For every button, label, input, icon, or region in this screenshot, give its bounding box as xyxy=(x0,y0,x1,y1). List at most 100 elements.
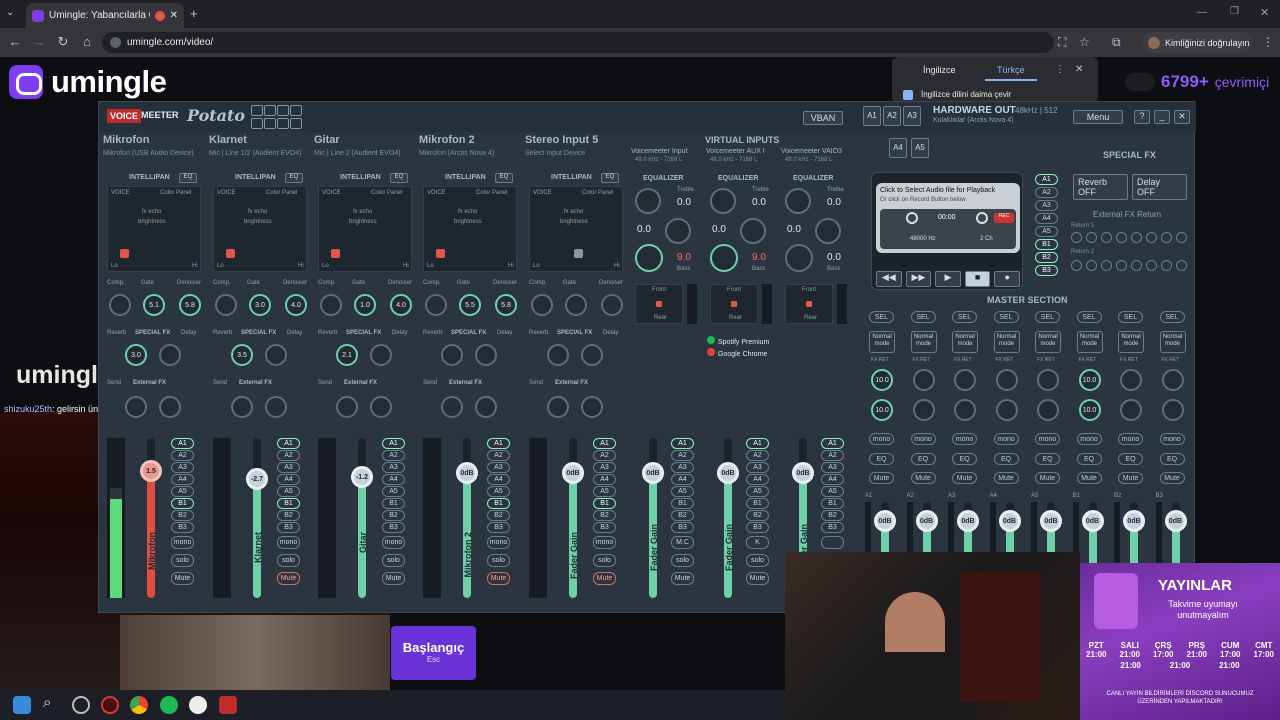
master-knob-2[interactable] xyxy=(912,399,935,421)
extensions-icon[interactable]: ⧉ xyxy=(1112,35,1121,50)
app-entry[interactable]: Google Chrome xyxy=(707,348,767,358)
surround-pad[interactable]: Front Rear xyxy=(710,284,758,324)
bus-button-b3[interactable]: B3 xyxy=(487,522,510,533)
mono-button[interactable]: mono xyxy=(487,536,510,549)
intellipan-pad[interactable]: VOICE Color Panel fx echo brightness Lo Hi xyxy=(318,186,412,272)
bus-button-a1[interactable]: A1 xyxy=(746,438,769,449)
solo-button[interactable]: solo xyxy=(277,554,300,567)
solo-button[interactable]: solo xyxy=(671,554,694,567)
bus-button-a3[interactable]: A3 xyxy=(593,462,616,473)
profile-button[interactable]: Kimliğinizi doğrulayın xyxy=(1142,32,1252,53)
fx-return-knob[interactable] xyxy=(1116,260,1127,271)
bus-button-b2[interactable]: B2 xyxy=(382,510,405,521)
mono-button[interactable]: mono xyxy=(277,536,300,549)
master-mono-button[interactable]: mono xyxy=(1035,433,1060,445)
bus-button-a3[interactable]: A3 xyxy=(382,462,405,473)
play-icon[interactable]: ▶ xyxy=(935,271,961,287)
intellipan-pad[interactable]: VOICE Color Panel fx echo brightness Lo Hi xyxy=(423,186,517,272)
restore-icon[interactable]: ❐ xyxy=(1230,6,1239,17)
bus-button-a1[interactable]: A1 xyxy=(671,438,694,449)
surround-cursor[interactable] xyxy=(656,301,662,307)
virtual-name[interactable]: Voicemeeter AUX I xyxy=(706,148,765,155)
master-knob-1[interactable] xyxy=(995,369,1018,391)
master-eq-button[interactable]: EQ xyxy=(1159,453,1185,465)
mute-button[interactable]: Mute xyxy=(277,572,300,585)
master-mute-button[interactable]: Mute xyxy=(1118,472,1143,484)
pan-cursor[interactable] xyxy=(574,249,583,258)
mute-button[interactable]: Mute xyxy=(487,572,510,585)
master-eq-button[interactable]: EQ xyxy=(869,453,894,465)
bus-button-b2[interactable]: B2 xyxy=(821,510,844,521)
record-icon[interactable]: ● xyxy=(994,271,1020,287)
bus-button-b3[interactable]: B3 xyxy=(593,522,616,533)
fx-return-knob[interactable] xyxy=(1161,232,1172,243)
eq-button[interactable]: EQ xyxy=(601,173,619,183)
reverb-knob[interactable] xyxy=(547,344,569,366)
obs-icon[interactable] xyxy=(72,696,90,714)
surround-cursor[interactable] xyxy=(806,301,812,307)
fx-return-knob[interactable] xyxy=(1116,232,1127,243)
master-knob-2[interactable] xyxy=(1037,399,1059,421)
master-fader-knob[interactable]: 0dB xyxy=(874,510,896,532)
treble-knob[interactable] xyxy=(635,188,661,214)
send-knob-1[interactable] xyxy=(441,396,463,418)
bus-button-a1[interactable]: A1 xyxy=(593,438,616,449)
fader-knob[interactable]: 0dB xyxy=(456,462,478,484)
bus-button-a1[interactable]: A1 xyxy=(171,438,194,449)
close-window-icon[interactable]: ✕ xyxy=(1260,6,1269,19)
mute-button[interactable]: Mute xyxy=(671,572,694,585)
sel-button[interactable]: SEL xyxy=(993,311,1019,323)
surround-pad[interactable]: Front Rear xyxy=(635,284,683,324)
virtual-name[interactable]: Voicemeeter VAIO3 xyxy=(781,148,842,155)
bus-button-a1[interactable]: A1 xyxy=(487,438,510,449)
toggle-pill[interactable] xyxy=(1125,73,1155,91)
master-mute-button[interactable]: Mute xyxy=(1076,472,1102,484)
bus-button-a2[interactable]: A2 xyxy=(821,450,844,461)
send-knob-2[interactable] xyxy=(265,396,287,418)
bus-button-b2[interactable]: B2 xyxy=(171,510,194,521)
fx-return-knob[interactable] xyxy=(1131,260,1142,271)
sel-button[interactable]: SEL xyxy=(1118,311,1143,323)
address-bar[interactable]: umingle.com/video/ xyxy=(102,32,1054,53)
fx-return-knob[interactable] xyxy=(1071,232,1082,243)
chrome-icon[interactable] xyxy=(130,696,148,714)
normal-mode-button[interactable]: Normal mode xyxy=(910,331,937,353)
send-knob-1[interactable] xyxy=(547,396,569,418)
bus-button-b3[interactable]: B3 xyxy=(277,522,300,533)
denoiser-knob[interactable]: 4.0 xyxy=(390,294,412,316)
master-knob-2[interactable] xyxy=(995,399,1018,421)
strip-device[interactable]: Mikrofon (USB Audio Device) xyxy=(103,150,194,157)
bus-button-a4[interactable]: A4 xyxy=(171,474,194,485)
treble-knob[interactable] xyxy=(710,188,736,214)
bus-button-a2[interactable]: A2 xyxy=(171,450,194,461)
translate-close-icon[interactable]: ✕ xyxy=(1075,64,1083,75)
back-icon[interactable]: ← xyxy=(6,34,24,49)
master-knob-1[interactable] xyxy=(954,369,976,391)
bus-button-a4[interactable]: A4 xyxy=(382,474,405,485)
solo-button[interactable]: solo xyxy=(593,554,616,567)
delay-knob[interactable] xyxy=(370,344,392,366)
bus-button-b1[interactable]: B1 xyxy=(821,498,844,509)
master-mono-button[interactable]: mono xyxy=(1076,433,1102,445)
bus-button-b2[interactable]: B2 xyxy=(277,510,300,521)
gate-knob[interactable]: 5.1 xyxy=(143,294,165,316)
master-knob-2[interactable]: 10.0 xyxy=(1078,399,1101,421)
app-entry[interactable]: Spotify Premium xyxy=(707,336,769,346)
master-mute-button[interactable]: Mute xyxy=(993,472,1019,484)
bus-button-a5[interactable]: A5 xyxy=(171,486,194,497)
master-mono-button[interactable]: mono xyxy=(1118,433,1143,445)
treble-knob[interactable] xyxy=(785,188,811,214)
mute-button[interactable]: Mute xyxy=(593,572,616,585)
bus-button-b2[interactable]: B2 xyxy=(487,510,510,521)
strip-device[interactable]: Mic | Line 1/2 (Audient EVO4) xyxy=(209,150,301,157)
master-mute-button[interactable]: Mute xyxy=(1159,472,1185,484)
intellipan-pad[interactable]: VOICE Color Panel fx echo brightness Lo Hi xyxy=(107,186,201,272)
bus-button-b1[interactable]: B1 xyxy=(382,498,405,509)
new-tab-plus-icon[interactable]: + xyxy=(190,6,198,21)
solo-button[interactable]: solo xyxy=(487,554,510,567)
bus-button-a5[interactable]: A5 xyxy=(746,486,769,497)
recorder-bus-a3[interactable]: A3 xyxy=(1035,200,1058,211)
denoiser-knob[interactable]: 4.0 xyxy=(285,294,307,316)
solo-button[interactable]: solo xyxy=(171,554,194,567)
bus-button-b2[interactable]: B2 xyxy=(746,510,769,521)
